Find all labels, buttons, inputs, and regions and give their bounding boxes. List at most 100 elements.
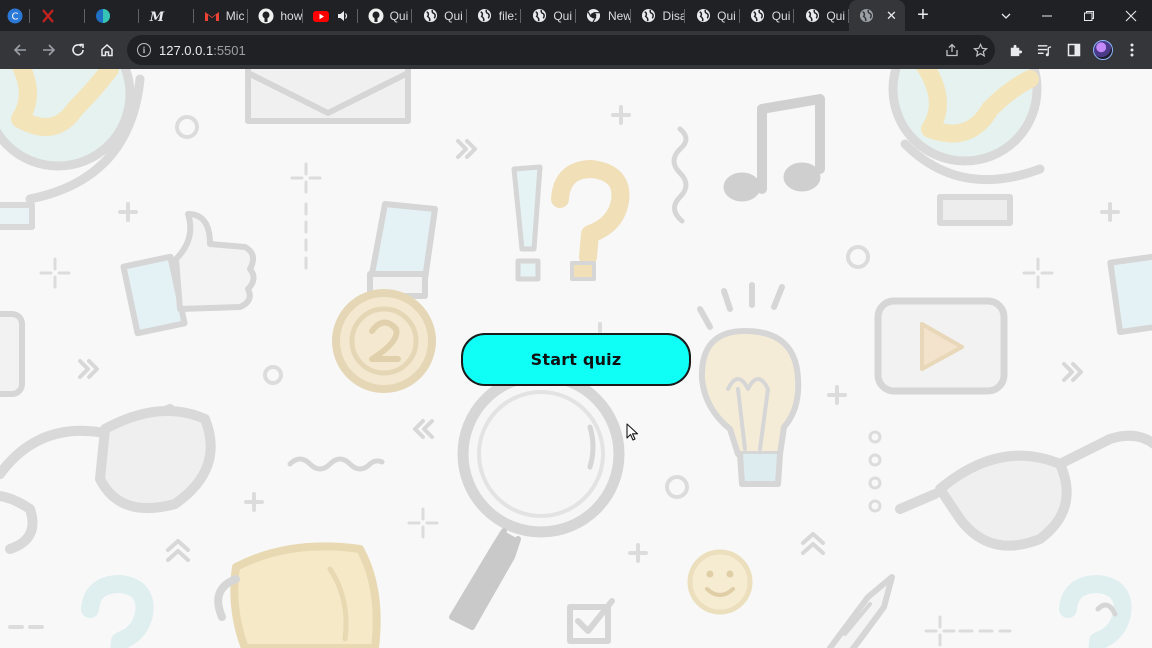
kebab-menu-icon <box>1130 43 1133 57</box>
reload-button[interactable] <box>63 35 92 65</box>
forward-button[interactable] <box>34 35 63 65</box>
address-bar[interactable]: i 127.0.0.1:5501 <box>127 35 995 65</box>
tab-1[interactable]: C <box>0 0 30 31</box>
sparkle-doodle <box>39 257 71 289</box>
speaker-icon[interactable] <box>335 8 351 24</box>
menu-button[interactable] <box>1117 35 1146 65</box>
tab-15[interactable]: Qui <box>740 0 795 31</box>
x-logo-icon <box>40 8 56 24</box>
side-panel-icon <box>1067 43 1080 57</box>
tab-7[interactable] <box>303 0 358 31</box>
card-doodle <box>0 311 25 397</box>
tab-3[interactable] <box>85 0 140 31</box>
circle-doodle <box>175 115 199 139</box>
profile-button[interactable] <box>1088 35 1117 65</box>
extensions-button[interactable] <box>1001 35 1030 65</box>
url-host: 127.0.0.1 <box>159 42 214 58</box>
checkbox-doodle <box>567 598 615 644</box>
chevron-doodle <box>1062 362 1083 382</box>
exclamation-doodle <box>511 164 543 282</box>
plus-doodle <box>611 105 631 125</box>
youtube-icon <box>312 8 329 24</box>
tab-title: file: <box>498 8 518 23</box>
plus-doodle <box>1100 202 1120 222</box>
envelope-doodle <box>245 69 411 124</box>
globe-icon <box>477 8 493 24</box>
cortana-icon: C <box>7 8 23 24</box>
home-button[interactable] <box>92 35 121 65</box>
tab-2[interactable] <box>30 0 85 31</box>
chevron-doodle <box>413 419 434 439</box>
github-icon <box>368 8 384 24</box>
globe-icon <box>750 8 766 24</box>
minimize-button[interactable] <box>1026 0 1068 31</box>
close-icon <box>1125 10 1137 21</box>
chevron-down-icon <box>1001 13 1011 19</box>
pencil-doodle <box>827 574 895 648</box>
globe-icon <box>804 8 820 24</box>
omnibox-actions <box>937 42 995 58</box>
tab-title: Disa <box>662 8 686 23</box>
tab-8[interactable]: Qui <box>358 0 413 31</box>
thumbs-up-doodle <box>120 211 257 337</box>
globe-icon <box>859 8 875 24</box>
arrow-right-icon <box>42 44 55 56</box>
close-tab-icon[interactable]: ✕ <box>886 8 897 24</box>
page-content: Start quiz <box>0 69 1152 648</box>
globe-icon <box>531 8 547 24</box>
globe-doodle-right <box>888 69 1045 226</box>
reload-icon <box>71 43 84 56</box>
tab-5[interactable]: Mic <box>194 0 249 31</box>
toolbar-actions <box>1001 35 1146 65</box>
plus-doodle <box>244 492 264 512</box>
svg-text:M: M <box>149 10 165 24</box>
plus-doodle <box>628 543 648 563</box>
svg-text:C: C <box>12 11 19 22</box>
tab-strip: C M Mic how Qui Qui file: Qui New Disa Q… <box>0 0 1152 31</box>
circle-doodle <box>846 245 870 269</box>
tab-13[interactable]: Disa <box>631 0 686 31</box>
mouse-cursor-icon <box>626 423 639 441</box>
glasses-doodle-left <box>0 404 216 554</box>
magnifier-doodle <box>449 370 625 630</box>
avatar <box>1092 40 1113 60</box>
lightbulb-doodle <box>697 282 802 487</box>
new-tab-button[interactable]: + <box>905 0 941 31</box>
share-icon[interactable] <box>937 43 966 57</box>
tab-title: Mic <box>225 8 245 23</box>
start-quiz-button[interactable]: Start quiz <box>461 333 691 386</box>
plus-doodle <box>118 202 138 222</box>
music-note-doodle <box>723 94 825 202</box>
browser-window: C M Mic how Qui Qui file: Qui New Disa Q… <box>0 0 1152 648</box>
gmail-icon <box>204 8 220 24</box>
smiley-doodle <box>687 549 753 615</box>
tab-11[interactable]: Qui <box>521 0 576 31</box>
bookmark-star-icon[interactable] <box>966 42 995 58</box>
window-controls <box>986 0 1152 31</box>
tab-12[interactable]: New <box>576 0 631 31</box>
media-controls-button[interactable] <box>1030 35 1059 65</box>
tab-9[interactable]: Qui <box>412 0 467 31</box>
back-button[interactable] <box>5 35 34 65</box>
video-play-doodle <box>874 297 1008 395</box>
url-port: :5501 <box>213 42 246 58</box>
edge-icon <box>95 8 111 24</box>
tab-6[interactable]: how <box>248 0 303 31</box>
tab-title: Qui <box>444 8 463 23</box>
close-window-button[interactable] <box>1110 0 1152 31</box>
tab-10[interactable]: file: <box>467 0 522 31</box>
side-panel-button[interactable] <box>1059 35 1088 65</box>
globe-icon <box>422 8 438 24</box>
tab-search-button[interactable] <box>986 0 1026 31</box>
tab-16[interactable]: Qui <box>794 0 849 31</box>
site-info-icon[interactable]: i <box>137 43 151 57</box>
tab-list: C M Mic how Qui Qui file: Qui New Disa Q… <box>0 0 905 31</box>
caret-up-doodle <box>166 539 190 562</box>
medium-icon: M <box>149 8 165 24</box>
tab-14[interactable]: Qui <box>685 0 740 31</box>
tab-4[interactable]: M <box>139 0 194 31</box>
caret-up-doodle <box>801 532 825 555</box>
tab-active[interactable]: ✕ <box>848 0 905 31</box>
restore-button[interactable] <box>1068 0 1110 31</box>
circle-doodle <box>263 365 283 385</box>
